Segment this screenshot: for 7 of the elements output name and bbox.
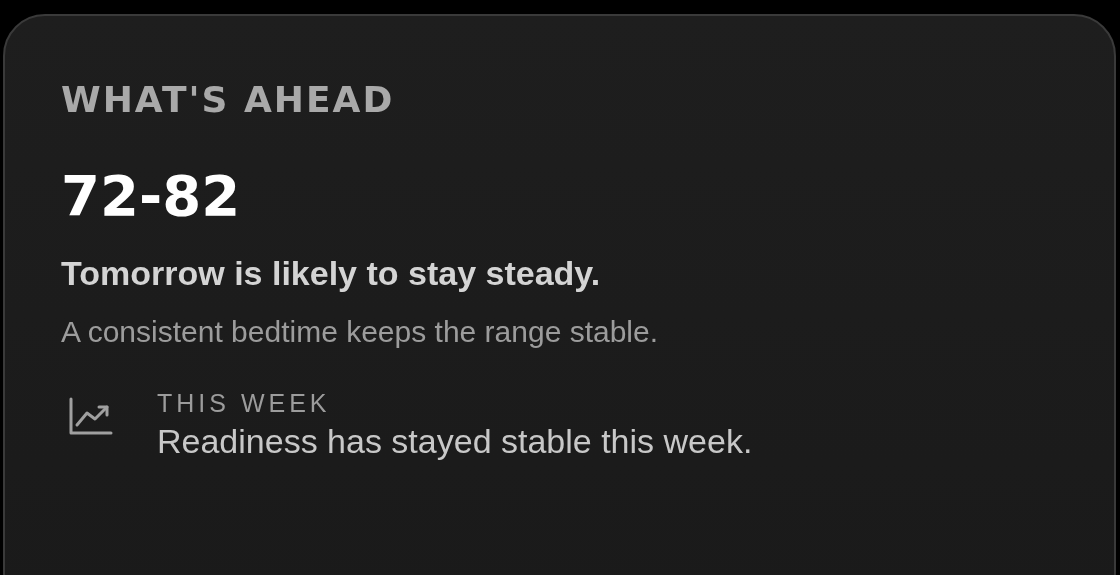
card-title: WHAT'S AHEAD xyxy=(61,82,395,118)
note-text: A consistent bedtime keeps the range stable. xyxy=(61,315,659,349)
insight-label: THIS WEEK xyxy=(157,389,332,418)
score-range: 72-82 xyxy=(61,168,241,224)
headline: Tomorrow is likely to stay steady. xyxy=(61,254,601,293)
trend-chart-icon xyxy=(69,397,113,435)
insight-text: Readiness has stayed stable this week. xyxy=(157,422,753,461)
